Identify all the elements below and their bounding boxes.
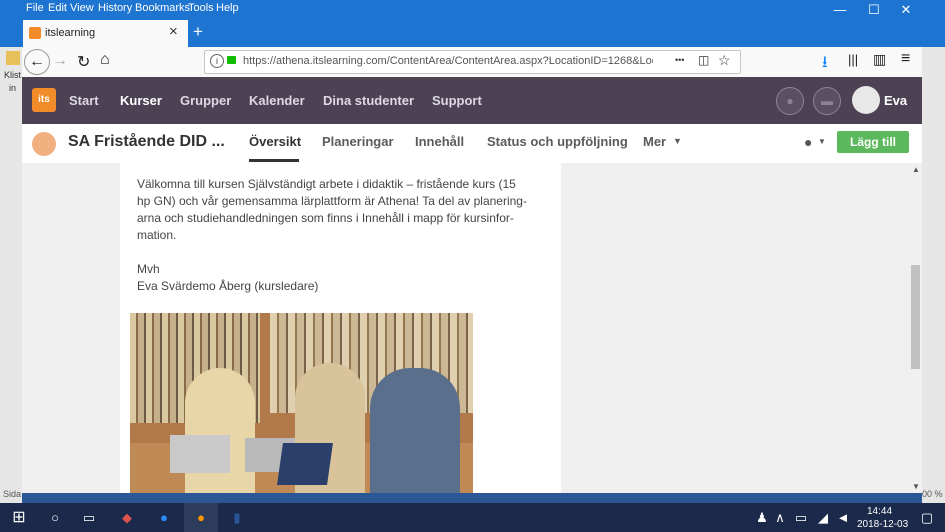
sidebar-icon[interactable]: ▥ — [873, 51, 886, 68]
search-icon[interactable]: ○ — [38, 503, 72, 532]
welcome-text-line: mation. — [137, 228, 177, 242]
maximize-icon[interactable]: ☐ — [857, 0, 891, 20]
menu-view[interactable]: View — [70, 2, 94, 14]
menu-edit[interactable]: Edit — [48, 2, 67, 14]
nav-kurser[interactable]: Kurser — [120, 93, 162, 108]
chevron-down-icon: ▼ — [673, 136, 682, 146]
background-folder-icon — [6, 51, 20, 65]
action-center-icon[interactable]: ▢ — [910, 503, 944, 532]
home-icon[interactable]: ⌂ — [100, 51, 110, 69]
scroll-up-icon[interactable]: ▲ — [912, 165, 920, 174]
tab-title: itslearning — [45, 27, 96, 39]
clock-date[interactable]: 2018-12-03 — [857, 519, 908, 530]
close-window-icon[interactable]: ✕ — [889, 0, 923, 20]
security-app-icon[interactable]: ◆ — [110, 503, 144, 532]
browser-tab[interactable]: itslearning × — [23, 20, 188, 47]
laptop — [277, 443, 333, 485]
course-icon — [32, 132, 56, 156]
student-left — [185, 368, 255, 493]
info-icon[interactable]: i — [210, 54, 224, 68]
clock-time[interactable]: 14:44 — [867, 506, 892, 517]
menu-help[interactable]: Help — [216, 2, 239, 14]
user-name[interactable]: Eva — [884, 93, 907, 108]
add-button[interactable]: Lägg till — [837, 131, 909, 153]
welcome-text-line: arna och studiehandledningen som finns i… — [137, 211, 514, 225]
lock-icon — [227, 56, 236, 64]
background-app-label: Klist — [4, 70, 22, 80]
person-icon[interactable]: ● — [804, 134, 812, 150]
forward-icon[interactable]: → — [52, 52, 68, 70]
tab-status-och-uppfoljning[interactable]: Status och uppföljning — [487, 134, 628, 149]
nav-grupper[interactable]: Grupper — [180, 93, 231, 108]
chevron-down-icon: ▼ — [818, 137, 826, 146]
word-icon[interactable]: ▮ — [220, 503, 254, 532]
notifications-icon[interactable]: ● — [776, 87, 804, 115]
task-view-icon[interactable]: ▭ — [72, 503, 106, 532]
url-text[interactable]: https://athena.itslearning.com/ContentAr… — [243, 55, 653, 67]
menu-bookmarks[interactable]: Bookmarks — [135, 2, 190, 14]
menubar: File Edit View History Bookmarks Tools H… — [0, 0, 945, 20]
battery-icon[interactable]: ▭ — [790, 503, 812, 532]
zoom-app-icon[interactable]: ● — [147, 503, 181, 532]
network-icon[interactable]: ◢ — [812, 503, 834, 532]
tab-mer[interactable]: Mer — [643, 134, 666, 149]
its-favicon-icon — [29, 27, 41, 39]
tab-innehall[interactable]: Innehåll — [415, 134, 464, 149]
pocket-icon[interactable]: ◫ — [698, 53, 709, 67]
tab-close-icon[interactable]: × — [169, 23, 178, 40]
menu-file[interactable]: File — [26, 2, 44, 14]
page-actions-icon[interactable]: ••• — [675, 55, 684, 65]
scroll-thumb[interactable] — [911, 265, 920, 369]
course-title[interactable]: SA Fristående DID ... — [68, 133, 225, 151]
greeting-text: Mvh — [137, 262, 160, 276]
library-icon[interactable]: ||| — [848, 52, 858, 67]
vertical-scrollbar[interactable]: ▲ ▼ — [909, 163, 922, 493]
reload-icon[interactable]: ↻ — [77, 52, 90, 72]
active-tab-underline — [249, 159, 299, 162]
laptop — [170, 435, 230, 473]
background-status-left: Sida — [3, 489, 22, 499]
nav-dina-studenter[interactable]: Dina studenter — [323, 93, 414, 108]
background-status-right: 00 % — [922, 489, 943, 499]
scroll-down-icon[interactable]: ▼ — [912, 482, 920, 491]
avatar[interactable] — [852, 86, 880, 114]
student-right — [370, 368, 460, 493]
downloads-icon[interactable]: ⭳ — [822, 51, 828, 78]
signature-text: Eva Svärdemo Åberg (kursledare) — [137, 279, 319, 293]
students-photo — [130, 313, 473, 493]
background-app-right-strip — [922, 20, 945, 503]
tab-planeringar[interactable]: Planeringar — [322, 134, 394, 149]
course-header: SA Fristående DID ... Översikt Planering… — [22, 124, 922, 164]
minimize-icon[interactable]: — — [823, 0, 857, 20]
bookmark-star-icon[interactable]: ☆ — [718, 52, 731, 69]
messages-icon[interactable]: ▬ — [813, 87, 841, 115]
nav-support[interactable]: Support — [432, 93, 482, 108]
welcome-text-line: hp GN) och vår gemensamma lärplattform ä… — [137, 194, 527, 208]
windows-start-icon[interactable]: ⊞ — [2, 503, 36, 532]
tab-oversikt[interactable]: Översikt — [249, 134, 301, 149]
url-bar[interactable]: i https://athena.itslearning.com/Content… — [204, 50, 741, 74]
back-icon[interactable]: ← — [24, 49, 50, 75]
menu-history[interactable]: History — [98, 2, 132, 14]
hamburger-menu-icon[interactable]: ≡ — [901, 50, 910, 68]
its-header: its Start Kurser Grupper Kalender Dina s… — [22, 77, 922, 124]
welcome-text-line: Välkomna till kursen Självständigt arbet… — [137, 177, 516, 191]
tray-overflow-icon[interactable]: ∧ — [770, 503, 790, 532]
menu-tools[interactable]: Tools — [188, 2, 214, 14]
volume-icon[interactable]: ◄ — [832, 503, 854, 532]
its-logo[interactable]: its — [32, 88, 56, 112]
nav-kalender[interactable]: Kalender — [249, 93, 305, 108]
firefox-icon[interactable]: ● — [184, 503, 218, 532]
background-app-label: in — [9, 83, 17, 93]
new-tab-icon[interactable]: + — [193, 22, 203, 42]
nav-start[interactable]: Start — [69, 93, 99, 108]
